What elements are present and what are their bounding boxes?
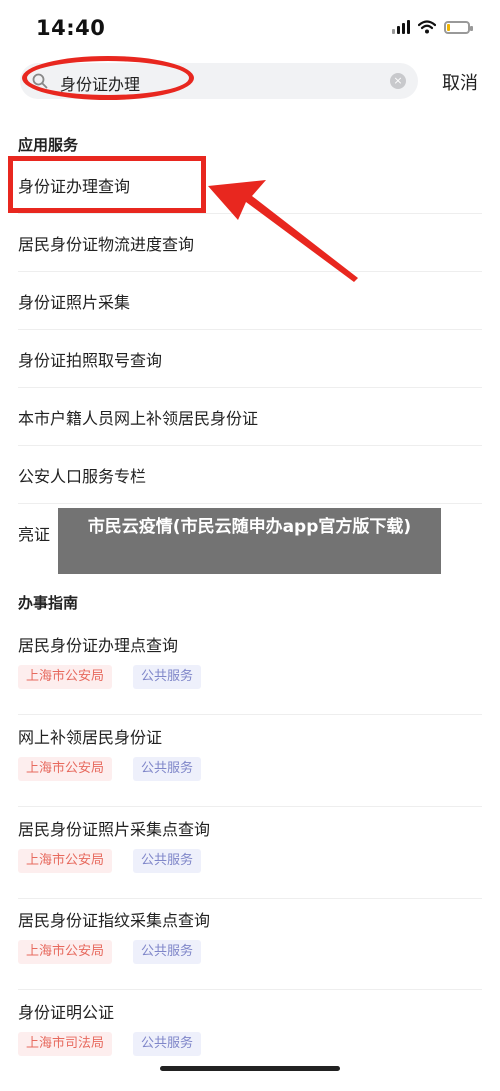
battery-icon	[444, 20, 473, 34]
guide-section-title: 办事指南	[18, 594, 79, 612]
service-item-label: 本市户籍人员网上补领居民身份证	[18, 409, 259, 428]
guide-item-title: 居民身份证指纹采集点查询	[18, 911, 211, 930]
service-item-label: 身份证办理查询	[18, 177, 131, 196]
search-query: 身份证办理	[60, 75, 141, 94]
divider	[18, 898, 482, 899]
org-tag: 上海市司法局	[18, 1032, 113, 1056]
search-input[interactable]: 身份证办理 ×	[20, 63, 418, 99]
service-item[interactable]: 公安人口服务专栏	[0, 446, 500, 504]
divider	[18, 714, 482, 715]
service-type-tag: 公共服务	[133, 849, 202, 873]
status-icons	[392, 20, 473, 34]
guide-item[interactable]: 居民身份证照片采集点查询 上海市公安局 公共服务	[0, 816, 500, 908]
wifi-icon	[418, 20, 436, 34]
signal-icon	[392, 20, 410, 34]
guide-item-title: 身份证明公证	[18, 1003, 115, 1022]
guide-item-title: 居民身份证办理点查询	[18, 636, 179, 655]
service-type-tag: 公共服务	[133, 757, 202, 781]
status-bar: 14:40	[0, 0, 500, 56]
service-item[interactable]: 本市户籍人员网上补领居民身份证	[0, 388, 500, 446]
title-overlay-banner: 市民云疫情(市民云随申办app官方版下载)	[58, 508, 441, 574]
org-tag: 上海市公安局	[18, 757, 113, 781]
service-item[interactable]: 身份证照片采集	[0, 272, 500, 330]
service-item-label: 身份证照片采集	[18, 293, 131, 312]
service-item[interactable]: 身份证拍照取号查询	[0, 330, 500, 388]
guide-item[interactable]: 身份证明公证 上海市司法局 公共服务	[0, 999, 500, 1091]
service-item-label: 居民身份证物流进度查询	[18, 235, 195, 254]
services-section-title: 应用服务	[18, 136, 79, 154]
service-type-tag: 公共服务	[133, 1032, 202, 1056]
guide-item-title: 居民身份证照片采集点查询	[18, 820, 211, 839]
service-item-label: 身份证拍照取号查询	[18, 351, 163, 370]
clear-icon[interactable]: ×	[390, 73, 406, 89]
service-type-tag: 公共服务	[133, 940, 202, 964]
home-indicator	[160, 1066, 340, 1071]
service-item[interactable]: 身份证办理查询	[0, 156, 500, 214]
guide-item[interactable]: 网上补领居民身份证 上海市公安局 公共服务	[0, 724, 500, 816]
status-time: 14:40	[36, 16, 106, 40]
service-type-tag: 公共服务	[133, 665, 202, 689]
guide-item-title: 网上补领居民身份证	[18, 728, 163, 747]
service-item-label: 公安人口服务专栏	[18, 467, 147, 486]
divider	[18, 806, 482, 807]
guide-item[interactable]: 居民身份证办理点查询 上海市公安局 公共服务	[0, 632, 500, 724]
org-tag: 上海市公安局	[18, 849, 113, 873]
guide-item[interactable]: 居民身份证指纹采集点查询 上海市公安局 公共服务	[0, 907, 500, 999]
divider	[18, 989, 482, 990]
search-icon	[32, 73, 48, 89]
org-tag: 上海市公安局	[18, 665, 113, 689]
org-tag: 上海市公安局	[18, 940, 113, 964]
service-item-label: 亮证	[18, 525, 51, 544]
service-item[interactable]: 居民身份证物流进度查询	[0, 214, 500, 272]
search-row: 身份证办理 × 取消	[0, 56, 500, 106]
cancel-button[interactable]: 取消	[442, 69, 478, 95]
